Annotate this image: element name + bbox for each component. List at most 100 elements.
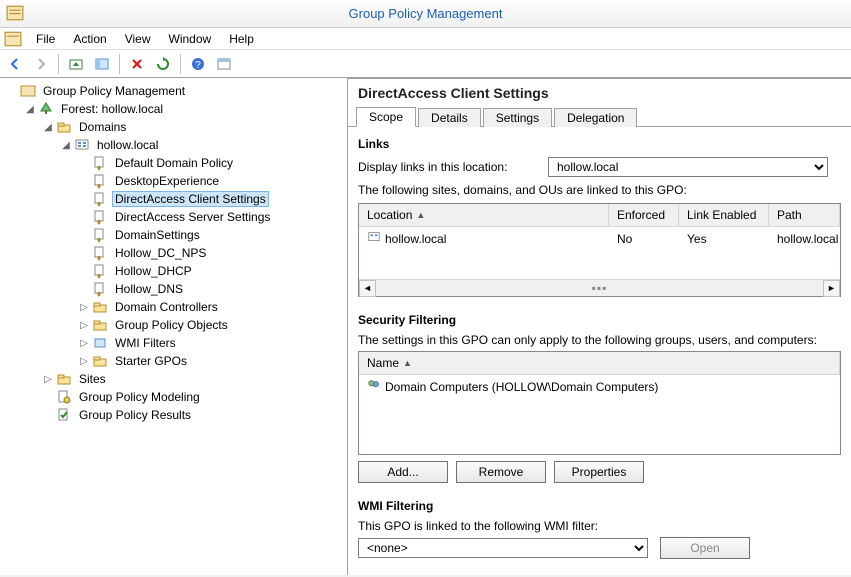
- col-path[interactable]: Path: [769, 204, 840, 226]
- col-location[interactable]: Location▲: [359, 204, 609, 226]
- wmi-filter-select[interactable]: <none>: [358, 538, 648, 558]
- security-desc: The settings in this GPO can only apply …: [358, 333, 841, 347]
- remove-button[interactable]: Remove: [456, 461, 546, 483]
- gpo-link-icon: [92, 155, 108, 171]
- wmi-header: WMI Filtering: [358, 499, 841, 513]
- menu-file[interactable]: File: [28, 30, 63, 48]
- help-button[interactable]: ?: [187, 53, 209, 75]
- tab-details[interactable]: Details: [418, 108, 481, 127]
- forward-button[interactable]: [30, 53, 52, 75]
- delete-button[interactable]: [126, 53, 148, 75]
- menu-bar: File Action View Window Help: [0, 28, 851, 50]
- add-button[interactable]: Add...: [358, 461, 448, 483]
- title-bar: Group Policy Management: [0, 0, 851, 28]
- ou-icon: [92, 299, 108, 315]
- tree-sites[interactable]: ▷Sites: [40, 370, 347, 388]
- col-name[interactable]: Name▲: [359, 352, 840, 374]
- tree-gpo-directaccess-server[interactable]: DirectAccess Server Settings: [76, 208, 347, 226]
- expander-closed-icon[interactable]: ▷: [78, 337, 90, 349]
- refresh-button[interactable]: [152, 53, 174, 75]
- sites-icon: [56, 371, 72, 387]
- toolbar-separator: [180, 54, 181, 74]
- expander-closed-icon[interactable]: ▷: [78, 301, 90, 313]
- security-section: Security Filtering The settings in this …: [348, 303, 851, 489]
- tree-forest-label: Forest: hollow.local: [58, 101, 166, 117]
- col-link-enabled[interactable]: Link Enabled: [679, 204, 769, 226]
- links-row[interactable]: hollow.local No Yes hollow.local: [359, 227, 840, 250]
- expander-open-icon[interactable]: ◢: [42, 121, 54, 133]
- menu-help[interactable]: Help: [221, 30, 262, 48]
- tree-modeling[interactable]: Group Policy Modeling: [40, 388, 347, 406]
- wmi-open-button[interactable]: Open: [660, 537, 750, 559]
- toolbar-separator: [119, 54, 120, 74]
- results-icon: [56, 407, 72, 423]
- tree-domain[interactable]: ◢ hollow.local: [58, 136, 347, 154]
- domains-icon: [56, 119, 72, 135]
- links-list-header: Location▲ Enforced Link Enabled Path: [359, 204, 840, 227]
- tree-wmi-filters[interactable]: ▷WMI Filters: [76, 334, 347, 352]
- tree-gpo-directaccess-client[interactable]: DirectAccess Client Settings: [76, 190, 347, 208]
- starter-gpo-icon: [92, 353, 108, 369]
- security-list[interactable]: Name▲ Domain Computers (HOLLOW\Domain Co…: [358, 351, 841, 455]
- gpo-link-icon: [92, 191, 108, 207]
- tree-domains[interactable]: ◢ Domains: [40, 118, 347, 136]
- tab-scope[interactable]: Scope: [356, 107, 416, 127]
- tree-gpo-hollow-dns[interactable]: Hollow_DNS: [76, 280, 347, 298]
- expander-open-icon[interactable]: ◢: [24, 103, 36, 115]
- tree-root[interactable]: Group Policy Management: [4, 82, 347, 100]
- links-list[interactable]: Location▲ Enforced Link Enabled Path hol…: [358, 203, 841, 297]
- tree-domain-controllers[interactable]: ▷Domain Controllers: [76, 298, 347, 316]
- tree-gpo-default-domain[interactable]: Default Domain Policy: [76, 154, 347, 172]
- wmi-icon: [92, 335, 108, 351]
- display-links-location[interactable]: hollow.local: [548, 157, 828, 177]
- tree-gpo-domain-settings[interactable]: DomainSettings: [76, 226, 347, 244]
- modeling-icon: [56, 389, 72, 405]
- tree-starter-gpos[interactable]: ▷Starter GPOs: [76, 352, 347, 370]
- tree-root-label: Group Policy Management: [40, 83, 188, 99]
- expander-icon[interactable]: [6, 85, 18, 97]
- toolbar-separator: [58, 54, 59, 74]
- domain-link-icon: [367, 230, 381, 247]
- security-row[interactable]: Domain Computers (HOLLOW\Domain Computer…: [359, 375, 840, 398]
- scroll-grip-icon[interactable]: ▪▪▪: [592, 281, 608, 295]
- tree-results[interactable]: Group Policy Results: [40, 406, 347, 424]
- detail-title: DirectAccess Client Settings: [348, 79, 851, 103]
- up-button[interactable]: [65, 53, 87, 75]
- tree-forest[interactable]: ◢ Forest: hollow.local: [22, 100, 347, 118]
- console-root-icon: [20, 83, 36, 99]
- security-list-header: Name▲: [359, 352, 840, 375]
- scroll-right-icon[interactable]: ►: [823, 280, 840, 297]
- tab-settings[interactable]: Settings: [483, 108, 552, 127]
- expander-open-icon[interactable]: ◢: [60, 139, 72, 151]
- gpo-link-icon: [92, 227, 108, 243]
- horizontal-scrollbar[interactable]: ◄ ▪▪▪ ►: [359, 279, 840, 296]
- domain-icon: [74, 137, 90, 153]
- expander-closed-icon[interactable]: ▷: [42, 373, 54, 385]
- forest-icon: [38, 101, 54, 117]
- tree-pane[interactable]: Group Policy Management ◢ Forest: hollow…: [0, 78, 348, 575]
- menu-action[interactable]: Action: [65, 30, 114, 48]
- menu-window[interactable]: Window: [161, 30, 220, 48]
- gpo-container-icon: [92, 317, 108, 333]
- expander-closed-icon[interactable]: ▷: [78, 319, 90, 331]
- col-enforced[interactable]: Enforced: [609, 204, 679, 226]
- back-button[interactable]: [4, 53, 26, 75]
- detail-pane: DirectAccess Client Settings Scope Detai…: [348, 78, 851, 575]
- sort-asc-icon: ▲: [416, 210, 425, 220]
- show-hide-tree-button[interactable]: [91, 53, 113, 75]
- app-icon: [6, 4, 24, 22]
- expander-closed-icon[interactable]: ▷: [78, 355, 90, 367]
- scroll-left-icon[interactable]: ◄: [359, 280, 376, 297]
- tree-gpo-hollow-dhcp[interactable]: Hollow_DHCP: [76, 262, 347, 280]
- properties-button[interactable]: [213, 53, 235, 75]
- tree-gpo-hollow-dc-nps[interactable]: Hollow_DC_NPS: [76, 244, 347, 262]
- tree-gpo-objects[interactable]: ▷Group Policy Objects: [76, 316, 347, 334]
- group-icon: [367, 378, 381, 395]
- gpo-link-icon: [92, 209, 108, 225]
- properties-button[interactable]: Properties: [554, 461, 644, 483]
- menu-view[interactable]: View: [117, 30, 159, 48]
- tree-gpo-desktop-experience[interactable]: DesktopExperience: [76, 172, 347, 190]
- tab-delegation[interactable]: Delegation: [554, 108, 637, 127]
- console-tree[interactable]: Group Policy Management ◢ Forest: hollow…: [0, 82, 347, 424]
- window-title: Group Policy Management: [349, 6, 503, 21]
